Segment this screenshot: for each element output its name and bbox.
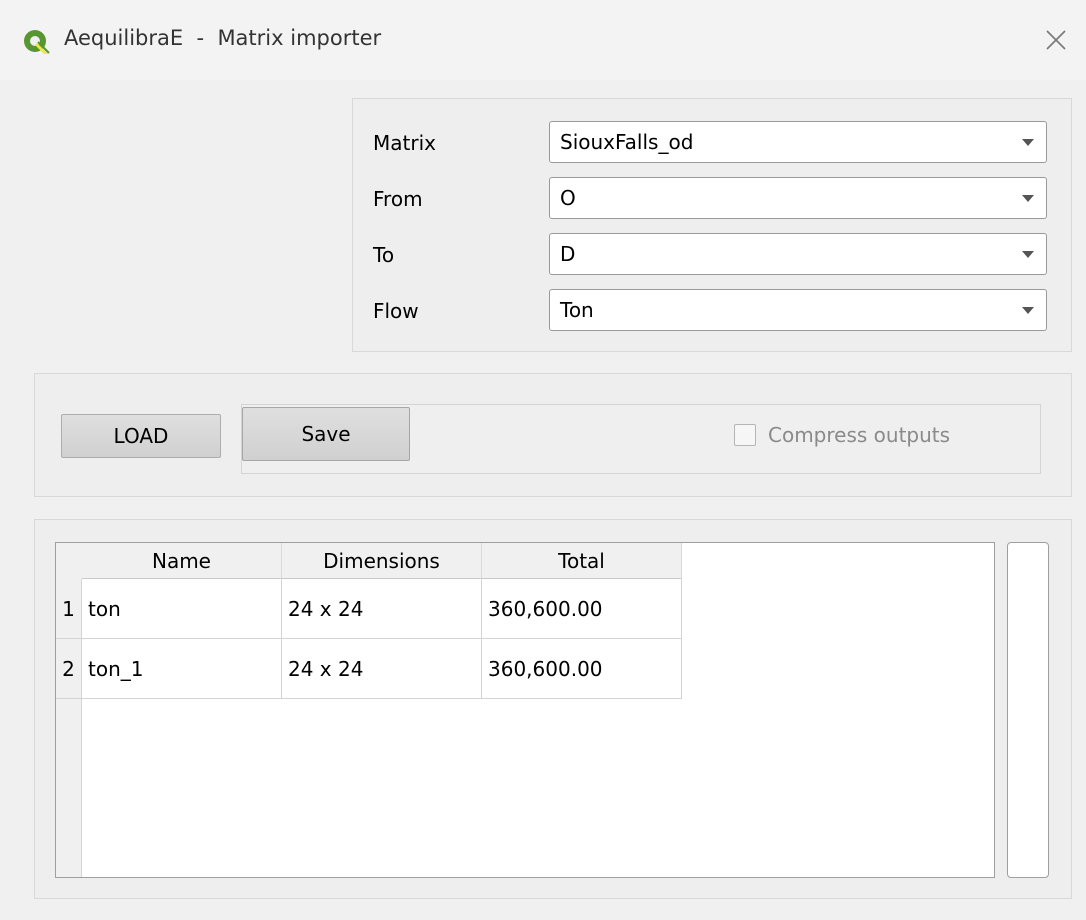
table-cell-dimensions[interactable]: 24 x 24 (282, 579, 482, 639)
save-options-frame: Save Compress outputs (241, 404, 1041, 474)
to-label: To (373, 243, 395, 267)
matrices-group: Name Dimensions Total 1 ton 24 x 24 360,… (34, 519, 1072, 899)
actions-group: LOAD Save Compress outputs (34, 373, 1072, 497)
flow-select-value: Ton (560, 298, 594, 322)
matrix-select-value: SiouxFalls_od (560, 130, 694, 154)
matrix-importer-window: AequilibraE - Matrix importer Matrix Sio… (0, 0, 1086, 920)
chevron-down-icon (1022, 195, 1034, 202)
side-list-panel[interactable] (1007, 542, 1049, 878)
row-number[interactable]: 2 (56, 639, 82, 699)
compress-outputs-checkbox[interactable] (734, 424, 756, 446)
row-number[interactable]: 1 (56, 579, 82, 639)
column-header-dimensions[interactable]: Dimensions (282, 543, 482, 579)
table-cell-total[interactable]: 360,600.00 (482, 639, 682, 699)
from-label: From (373, 187, 423, 211)
to-select[interactable]: D (549, 233, 1047, 275)
chevron-down-icon (1022, 139, 1034, 146)
chevron-down-icon (1022, 251, 1034, 258)
to-select-value: D (560, 242, 576, 266)
save-button[interactable]: Save (242, 407, 410, 461)
table-corner (56, 543, 82, 579)
chevron-down-icon (1022, 307, 1034, 314)
matrix-label: Matrix (373, 131, 436, 155)
table-cell-total[interactable]: 360,600.00 (482, 579, 682, 639)
matrix-select[interactable]: SiouxFalls_od (549, 121, 1047, 163)
column-header-total[interactable]: Total (482, 543, 682, 579)
from-select-value: O (560, 186, 576, 210)
table-cell-name[interactable]: ton_1 (82, 639, 282, 699)
table-cell-dimensions[interactable]: 24 x 24 (282, 639, 482, 699)
close-button[interactable] (1036, 20, 1076, 60)
compress-outputs-option[interactable]: Compress outputs (734, 423, 950, 447)
matrices-table[interactable]: Name Dimensions Total 1 ton 24 x 24 360,… (55, 542, 995, 878)
load-button[interactable]: LOAD (61, 414, 221, 458)
flow-label: Flow (373, 299, 419, 323)
matrix-settings-group: Matrix SiouxFalls_od From O To D Flow To… (352, 98, 1072, 352)
column-header-name[interactable]: Name (82, 543, 282, 579)
from-select[interactable]: O (549, 177, 1047, 219)
flow-select[interactable]: Ton (549, 289, 1047, 331)
close-icon (1046, 30, 1066, 50)
title-bar: AequilibraE - Matrix importer (0, 0, 1086, 80)
table-cell-name[interactable]: ton (82, 579, 282, 639)
compress-outputs-label: Compress outputs (768, 423, 951, 447)
window-title: AequilibraE - Matrix importer (64, 26, 382, 50)
qgis-logo-icon (24, 30, 50, 54)
